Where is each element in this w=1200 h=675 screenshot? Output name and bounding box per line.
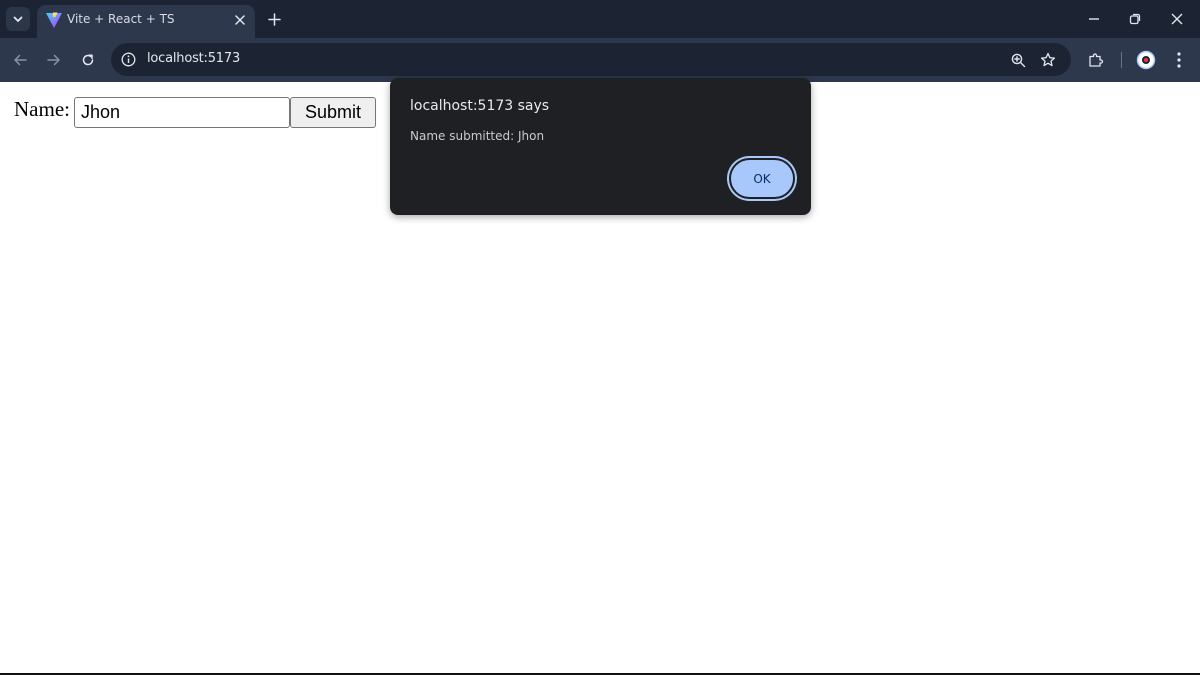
avatar-icon [1136,50,1156,70]
browser-toolbar: localhost:5173 [0,38,1200,82]
arrow-left-icon [14,54,27,66]
close-icon [235,15,245,25]
ok-button[interactable]: OK [729,158,795,199]
tab-search-button[interactable] [6,7,30,31]
close-icon [1171,13,1183,25]
tab-title: Vite + React + TS [67,12,175,26]
extensions-button[interactable] [1083,47,1109,73]
minimize-icon [1089,18,1099,20]
name-input[interactable] [74,97,290,128]
restore-icon [1129,13,1141,25]
chevron-down-icon [13,16,23,22]
submit-button[interactable]: Submit [290,97,376,128]
browser-tab-active[interactable]: Vite + React + TS [37,5,255,38]
zoom-in-icon [1011,53,1025,67]
puzzle-icon [1089,53,1104,67]
back-button[interactable] [7,47,33,73]
minimize-button[interactable] [1081,6,1107,32]
info-icon [121,52,136,67]
dialog-message: Name submitted: Jhon [410,129,545,143]
bookmark-button[interactable] [1037,49,1059,71]
site-info-button[interactable] [117,48,140,71]
url-text[interactable]: localhost:5173 [147,51,240,66]
tab-close-button[interactable] [231,11,249,29]
new-tab-button[interactable] [263,8,285,30]
arrow-right-icon [47,54,60,66]
reload-icon [82,54,94,66]
vite-logo-icon [46,12,62,28]
dialog-title: localhost:5173 says [410,98,550,114]
star-icon [1040,52,1056,67]
address-bar[interactable]: localhost:5173 [111,43,1071,76]
reload-button[interactable] [75,47,101,73]
restore-button[interactable] [1122,6,1148,32]
toolbar-separator [1121,52,1122,68]
menu-button[interactable] [1166,47,1192,73]
name-label: Name: [14,97,70,121]
profile-button[interactable] [1133,47,1159,73]
window-close-button[interactable] [1164,6,1190,32]
tab-strip: Vite + React + TS [0,0,1200,38]
forward-button[interactable] [41,47,67,73]
more-vertical-icon [1177,52,1181,68]
plus-icon [267,12,281,26]
zoom-button[interactable] [1007,49,1029,71]
